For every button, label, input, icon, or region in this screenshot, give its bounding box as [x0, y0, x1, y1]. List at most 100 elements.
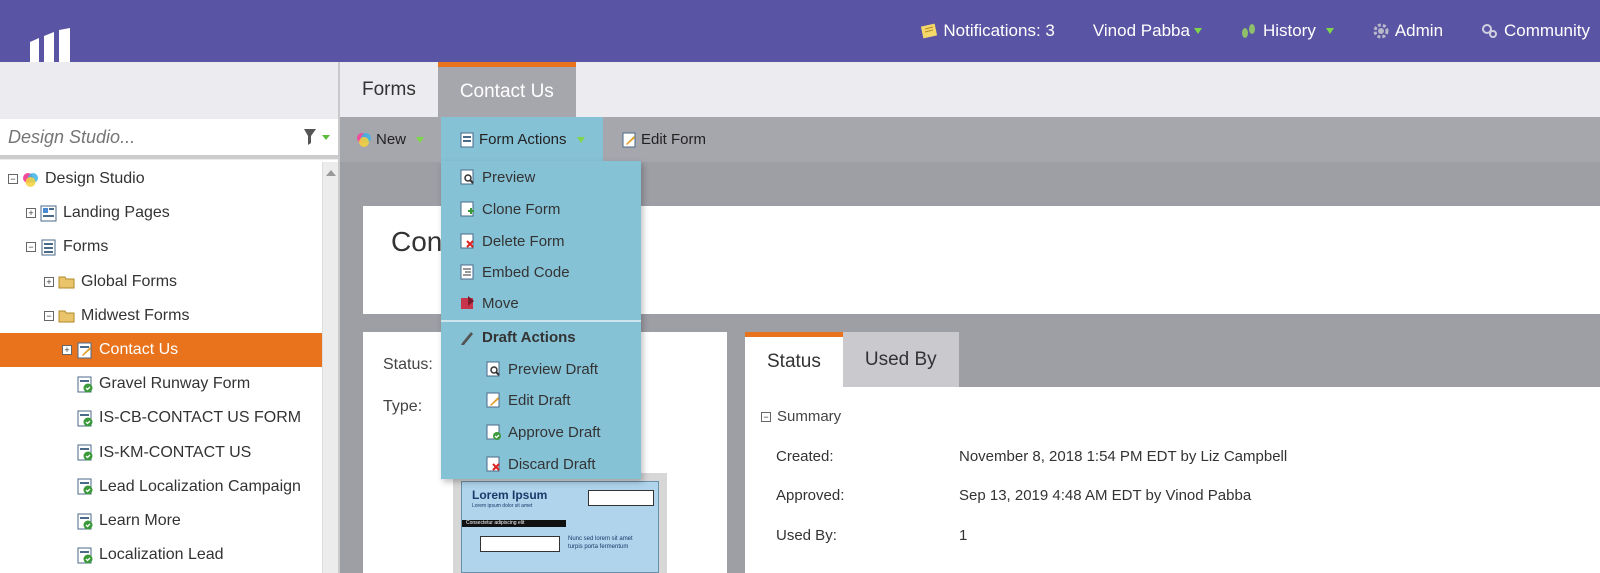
form-approved-icon	[77, 547, 93, 564]
tree-item[interactable]: IS-CB-CONTACT US FORM	[0, 401, 322, 435]
collapse-icon[interactable]: −	[761, 411, 771, 422]
sidebar: − Design Studio + Landing Pages − Forms + Globa…	[0, 62, 340, 573]
form-approved-icon	[77, 410, 93, 427]
menu-item-preview-draft[interactable]: Preview Draft	[441, 354, 641, 384]
pencil-icon	[461, 331, 473, 345]
menu-item-discard-draft[interactable]: Discard Draft	[441, 449, 641, 479]
menu-label: Embed Code	[482, 263, 570, 281]
page-title: Con	[391, 226, 443, 257]
draft-actions-label: Draft Actions	[482, 328, 576, 346]
form-thumbnail[interactable]: Lorem Ipsum Lorem ipsum dolor sit amet C…	[453, 473, 667, 573]
folder-icon	[58, 276, 75, 289]
admin-link[interactable]: Admin	[1372, 21, 1443, 41]
top-nav: Notifications: 3 Vinod Pabba History Adm…	[882, 0, 1590, 62]
filter-icon[interactable]	[302, 127, 334, 147]
menu-item-approve-draft[interactable]: Approve Draft	[441, 417, 641, 447]
collapse-icon[interactable]: −	[8, 174, 18, 184]
menu-item-preview[interactable]: Preview	[441, 162, 641, 192]
tab-status[interactable]: Status	[745, 332, 843, 387]
tree-item[interactable]: IS-KM-CONTACT US	[0, 436, 322, 470]
landing-pages-icon	[40, 205, 57, 222]
tree-item[interactable]: + Contact Us	[0, 333, 322, 367]
tree-item-label: Contact Us	[99, 341, 179, 358]
tree-item[interactable]: Localization Lead	[0, 538, 322, 572]
toolbar: New Form Actions Edit Form	[340, 117, 1600, 162]
form-actions-label: Form Actions	[479, 131, 567, 148]
edit-form-button[interactable]: Edit Form	[621, 117, 706, 162]
tree-item[interactable]: + Global Forms	[0, 265, 322, 299]
embed-code-icon	[460, 264, 474, 279]
status-label: Status:	[383, 356, 433, 373]
design-studio-icon	[23, 172, 38, 187]
tab-forms[interactable]: Forms	[340, 62, 438, 117]
scroll-up-icon[interactable]	[326, 170, 336, 176]
preview-icon	[460, 169, 474, 184]
collapse-icon[interactable]: −	[26, 242, 36, 253]
edit-form-icon	[622, 132, 636, 147]
new-button[interactable]: New	[356, 117, 425, 162]
tree-item[interactable]: − Design Studio	[0, 162, 322, 196]
community-link[interactable]: Community	[1481, 21, 1590, 41]
notifications-label: Notifications: 3	[943, 21, 1055, 40]
thumb-note-2: turpis porta fermentum	[568, 544, 629, 550]
tree-item[interactable]: − Midwest Forms	[0, 299, 322, 333]
tree-item[interactable]: Lead Localization Campaign	[0, 470, 322, 504]
menu-item-delete-form[interactable]: Delete Form	[441, 226, 641, 256]
menu-item-embed-code[interactable]: Embed Code	[441, 257, 641, 287]
tree-item-label: Design Studio	[45, 170, 145, 187]
expand-icon[interactable]: +	[26, 208, 36, 219]
thumb-field-2	[480, 536, 560, 552]
approved-value: Sep 13, 2019 4:48 AM EDT by Vinod Pabba	[959, 487, 1252, 504]
menu-label: Edit Draft	[508, 391, 571, 409]
tree-item-label: Lead Localization Campaign	[99, 477, 301, 495]
notifications-link[interactable]: Notifications: 3	[920, 21, 1055, 41]
chevron-down-icon	[1325, 28, 1334, 34]
chevron-down-icon	[576, 136, 585, 143]
top-bar: Notifications: 3 Vinod Pabba History Adm…	[0, 0, 1600, 94]
move-icon	[461, 295, 474, 309]
form-approved-icon	[77, 376, 93, 393]
menu-item-move[interactable]: Move	[441, 288, 641, 318]
edit-form-label: Edit Form	[641, 131, 707, 148]
collapse-icon[interactable]: −	[44, 310, 54, 321]
tab-contact-us[interactable]: Contact Us	[437, 62, 576, 117]
form-edit-icon	[77, 342, 92, 358]
delete-icon	[460, 233, 474, 248]
tree-item-label: Landing Pages	[63, 204, 170, 222]
user-menu[interactable]: Vinod Pabba	[1093, 21, 1202, 41]
tab-used-by[interactable]: Used By	[842, 332, 959, 387]
preview-icon	[486, 361, 500, 376]
chevron-down-icon	[1193, 28, 1202, 34]
expand-icon[interactable]: +	[62, 345, 72, 355]
status-tabs: Status Used By	[745, 332, 959, 387]
tree-item[interactable]: + Landing Pages	[0, 196, 322, 230]
edit-icon	[486, 392, 500, 407]
menu-item-clone-form[interactable]: Clone Form	[441, 194, 641, 224]
tree-item[interactable]: − Forms	[0, 230, 322, 264]
tree-item-label: Gravel Runway Form	[99, 375, 251, 393]
user-name: Vinod Pabba	[1092, 21, 1190, 40]
status-tab-bar	[959, 332, 1600, 387]
sidebar-scrollbar[interactable]	[322, 162, 338, 573]
summary-section[interactable]: − Summary	[761, 408, 841, 425]
menu-label: Discard Draft	[508, 455, 596, 473]
draft-actions-header: Draft Actions	[441, 322, 641, 352]
forms-icon	[41, 239, 56, 256]
tree-item-label: IS-CB-CONTACT US FORM	[99, 409, 302, 427]
tree-search-input[interactable]	[0, 119, 290, 155]
expand-icon[interactable]: +	[44, 276, 54, 287]
tree-item[interactable]: Learn More	[0, 504, 322, 538]
form-actions-button[interactable]: Form Actions	[441, 117, 603, 162]
color-wheel-icon	[357, 132, 371, 147]
menu-item-edit-draft[interactable]: Edit Draft	[441, 385, 641, 415]
clone-icon	[460, 201, 474, 216]
history-menu[interactable]: History	[1240, 21, 1334, 41]
tree-item[interactable]: Gravel Runway Form	[0, 367, 322, 401]
menu-label: Preview	[482, 168, 536, 186]
created-value: November 8, 2018 1:54 PM EDT by Liz Camp…	[959, 448, 1288, 465]
menu-label: Preview Draft	[508, 360, 599, 378]
tree-item-label: Localization Lead	[99, 546, 224, 564]
form-actions-menu: Preview Clone Form Delete Form Embed Cod…	[441, 161, 641, 479]
footprints-icon	[1241, 24, 1255, 38]
thumb-field	[588, 490, 654, 506]
